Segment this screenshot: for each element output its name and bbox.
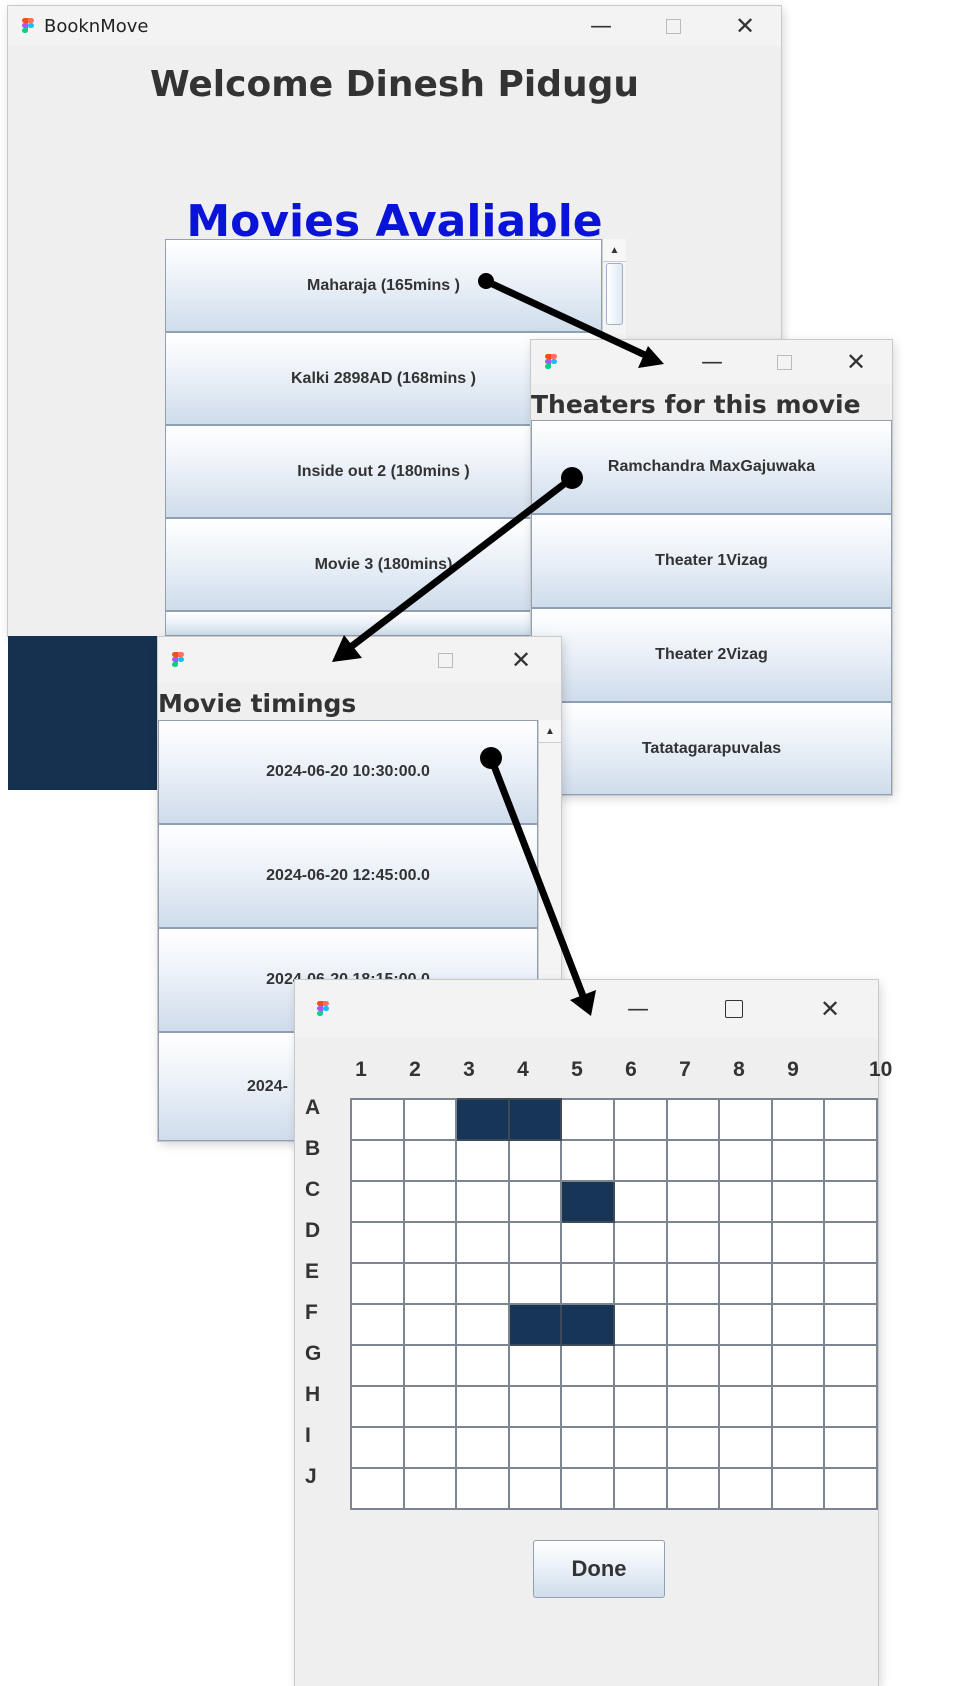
flow-arrows [332,273,664,1016]
arrow-theater-to-timings [332,467,583,662]
arrow-timing-to-seats [480,747,596,1016]
arrow-movie-to-theaters [478,273,664,368]
